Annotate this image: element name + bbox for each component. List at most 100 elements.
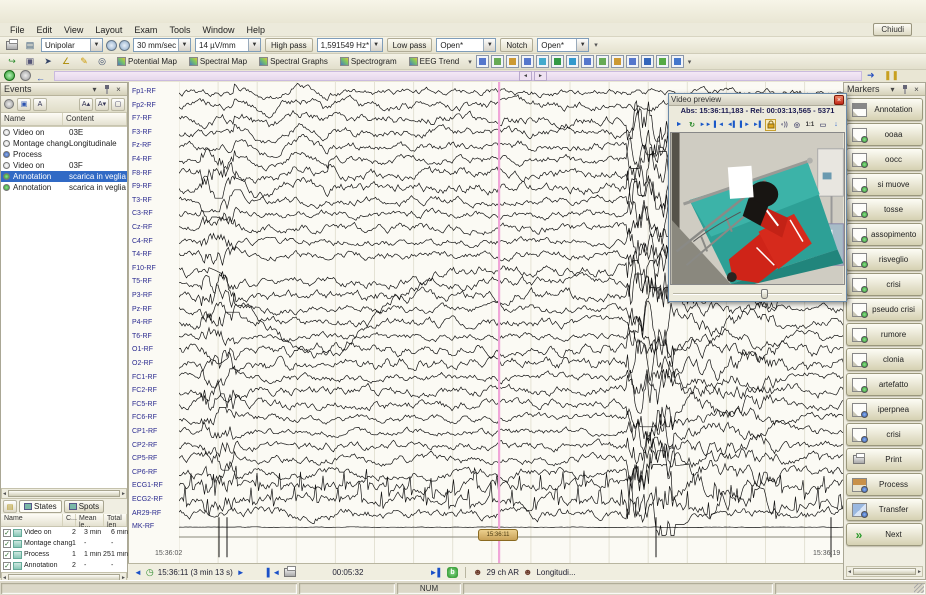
caliper-icon[interactable]: ∠ [58,55,74,69]
marker-button-oocc[interactable]: oocc [846,148,923,171]
column-total-length[interactable]: Total len [104,514,127,526]
montage-head-icon[interactable]: ☻ [473,567,482,577]
magnifier-icon[interactable]: ◎ [791,119,802,131]
event-row-annotation-4[interactable]: Annotationscarica in veglia non sincrona [1,171,127,182]
high-pass-button[interactable]: High pass [265,38,313,52]
marker-button-si-muove[interactable]: si muove [846,173,923,196]
sensitivity-select[interactable]: 14 µV/mm ▼ [195,38,261,52]
column-mean-length[interactable]: Mean le... [76,514,104,526]
marker-button-ooaa[interactable]: ooaa [846,123,923,146]
close-icon[interactable]: × [834,95,844,105]
skip-end-icon[interactable]: ►▌ [429,568,443,577]
clock-icon[interactable]: ◷ [146,567,154,578]
view-layout-icon-2[interactable] [491,55,504,68]
panel-menu-icon[interactable]: ▾ [89,84,100,95]
view-layout-icon-5[interactable] [536,55,549,68]
toolbar-button-eeg-trend[interactable]: EEG Trend [404,55,465,69]
marker-button-process[interactable]: Process [846,473,923,496]
column-name[interactable]: Name [1,113,63,125]
tab-spots[interactable]: Spots [64,500,104,513]
high-pass-select[interactable]: 1,591549 Hz* ▼ [317,38,383,52]
view-layout-icon-14[interactable] [671,55,684,68]
marker-button-rumore[interactable]: rumore [846,323,923,346]
montage-head-icon[interactable]: ☻ [523,567,532,577]
marker-button-clonia[interactable]: clonia [846,348,923,371]
go-forward-icon[interactable] [4,70,15,81]
toolbar-overflow-icon[interactable]: ▾ [468,58,472,66]
notch-button[interactable]: Notch [500,38,533,52]
column-name[interactable]: Name [1,514,63,526]
view-layout-icon-4[interactable] [521,55,534,68]
marker-button-transfer[interactable]: Transfer [846,498,923,521]
marker-button-next[interactable]: »Next [846,523,923,546]
pen-icon[interactable]: ✎ [76,55,92,69]
scroll-left-icon[interactable]: ◄ [519,71,532,81]
chevron-down-icon[interactable]: ▼ [370,39,382,51]
view-layout-icon-11[interactable] [626,55,639,68]
page-back-icon[interactable]: ◄ [134,568,142,577]
toolbar-button-spectral-map[interactable]: Spectral Map [184,55,252,69]
view-layout-icon-13[interactable] [656,55,669,68]
marker-button-annotation[interactable]: Annotation [846,98,923,121]
speed-select[interactable]: 30 mm/sec ▼ [133,38,191,52]
montage-select[interactable]: Unipolar ▼ [41,38,103,52]
event-row-montage-changed-1[interactable]: Montage changedLongitudinale [1,138,127,149]
cursor-annotation-badge[interactable]: 15:36:11 [478,529,518,541]
menu-help[interactable]: Help [240,24,271,36]
checkbox-checked-icon[interactable]: ✓ [3,551,11,559]
open-icon[interactable]: ↻ [687,119,698,131]
menu-edit[interactable]: Edit [31,24,59,36]
menu-view[interactable]: View [58,24,89,36]
menu-window[interactable]: Window [196,24,240,36]
step-forward-icon[interactable]: ▌► [739,119,750,131]
slider-thumb[interactable] [761,289,768,299]
event-type-icon[interactable]: ▣ [17,98,31,111]
toolbar-overflow-icon[interactable]: ▾ [594,41,598,49]
marker-button-artefatto[interactable]: artefatto [846,373,923,396]
pin-icon[interactable] [899,84,910,95]
marker-button-iperpnea[interactable]: iperpnea [846,398,923,421]
marker-button-assopimento[interactable]: assopimento [846,223,923,246]
new-page-icon[interactable]: ▤ [3,500,17,513]
database-icon[interactable]: b [447,567,458,578]
monitor-icon[interactable]: ▭ [817,119,828,131]
checkbox-checked-icon[interactable]: ✓ [3,562,11,570]
page-forward-icon[interactable]: ► [237,568,245,577]
skip-end-icon[interactable]: ►▌ [752,119,763,131]
toolbar-button-potential-map[interactable]: Potential Map [112,55,182,69]
close-icon[interactable]: × [911,84,922,95]
skip-start-icon[interactable]: ▌◄ [713,119,724,131]
chevron-down-icon[interactable]: ▼ [483,39,495,51]
summary-row-montage-changed[interactable]: ✓Montage changed1-- [1,538,127,549]
low-pass-select[interactable]: Open* ▼ [436,38,496,52]
go-stop-icon[interactable] [20,70,31,81]
checkbox-checked-icon[interactable]: ✓ [3,529,11,537]
view-layout-icon-1[interactable] [476,55,489,68]
toolbar-button-spectrogram[interactable]: Spectrogram [335,55,402,69]
sort-desc-icon[interactable]: A▾ [95,98,109,111]
menu-exam[interactable]: Exam [128,24,163,36]
checkbox-checked-icon[interactable]: ✓ [3,540,11,548]
marker-button-tosse[interactable]: tosse [846,198,923,221]
marker-button-pseudo-crisi[interactable]: pseudo crisi [846,298,923,321]
event-row-annotation-5[interactable]: Annotationscarica in veglia [1,182,127,193]
column-content[interactable]: Content [63,113,127,125]
view-layout-icon-9[interactable] [596,55,609,68]
event-row-video-on-0[interactable]: Video on03E [1,127,127,138]
summary-row-annotation[interactable]: ✓Annotation2-- [1,560,127,571]
column-count[interactable]: C... [63,514,76,526]
fast-forward-icon[interactable]: ►► [700,119,712,131]
view-layout-icon-3[interactable] [506,55,519,68]
undo-icon[interactable]: ↪ [4,55,20,69]
view-layout-icon-6[interactable] [551,55,564,68]
video-titlebar[interactable]: Video preview × [669,94,846,106]
cursor-icon[interactable]: ➤ [40,55,56,69]
chevron-down-icon[interactable]: ▼ [576,39,588,51]
toolbar-button-spectral-graphs[interactable]: Spectral Graphs [254,55,333,69]
resize-grip[interactable] [914,583,924,593]
step-back-icon[interactable]: ◄▌ [726,119,737,131]
event-row-video-on-3[interactable]: Video on03F [1,160,127,171]
download-icon[interactable]: ↓ [830,119,841,131]
pages-icon[interactable]: ❚❚ [884,70,899,81]
sort-asc-icon[interactable]: A▴ [79,98,93,111]
